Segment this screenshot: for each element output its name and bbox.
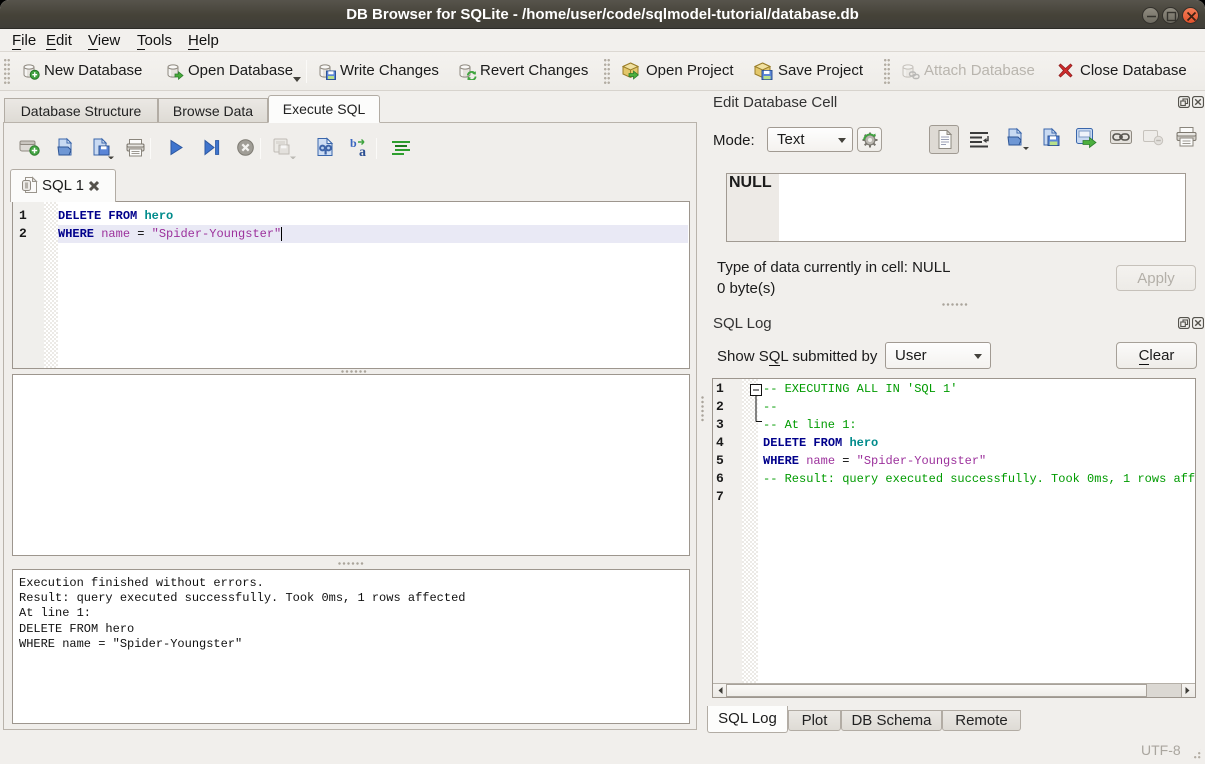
svg-text:a: a [359, 145, 366, 158]
svg-text:b: b [350, 137, 357, 150]
